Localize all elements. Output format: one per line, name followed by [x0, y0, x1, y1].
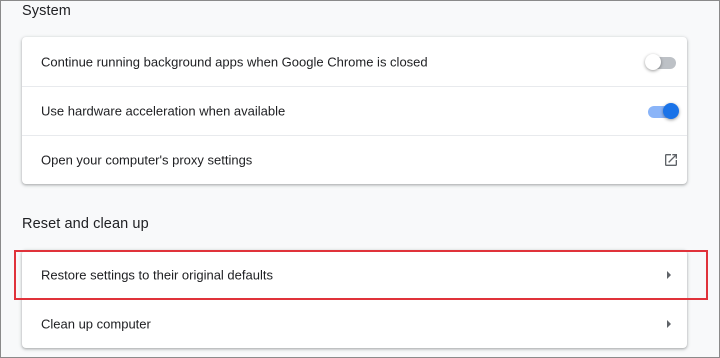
background-apps-label: Continue running background apps when Go…: [41, 54, 428, 69]
chevron-right-icon: [667, 320, 671, 328]
restore-defaults-row[interactable]: Restore settings to their original defau…: [22, 250, 687, 299]
background-apps-toggle[interactable]: [645, 53, 679, 71]
background-apps-row[interactable]: Continue running background apps when Go…: [22, 37, 687, 86]
system-card: Continue running background apps when Go…: [22, 37, 687, 184]
reset-card: Restore settings to their original defau…: [22, 250, 687, 348]
hardware-acceleration-label: Use hardware acceleration when available: [41, 103, 286, 119]
restore-defaults-label: Restore settings to their original defau…: [41, 267, 273, 282]
system-section-title: System: [22, 3, 71, 19]
hardware-acceleration-toggle[interactable]: [645, 102, 679, 120]
open-in-new-icon[interactable]: [663, 152, 679, 168]
proxy-settings-row[interactable]: Open your computer's proxy settings: [22, 135, 687, 184]
settings-page: System Continue running background apps …: [0, 0, 720, 358]
reset-section-title: Reset and clean up: [22, 216, 149, 232]
toggle-knob: [645, 53, 661, 70]
hardware-acceleration-row[interactable]: Use hardware acceleration when available: [22, 86, 687, 135]
toggle-knob: [663, 103, 679, 119]
proxy-settings-label: Open your computer's proxy settings: [41, 152, 253, 168]
clean-up-computer-label: Clean up computer: [41, 316, 151, 332]
clean-up-computer-row[interactable]: Clean up computer: [22, 299, 687, 348]
chevron-right-icon: [667, 270, 671, 279]
